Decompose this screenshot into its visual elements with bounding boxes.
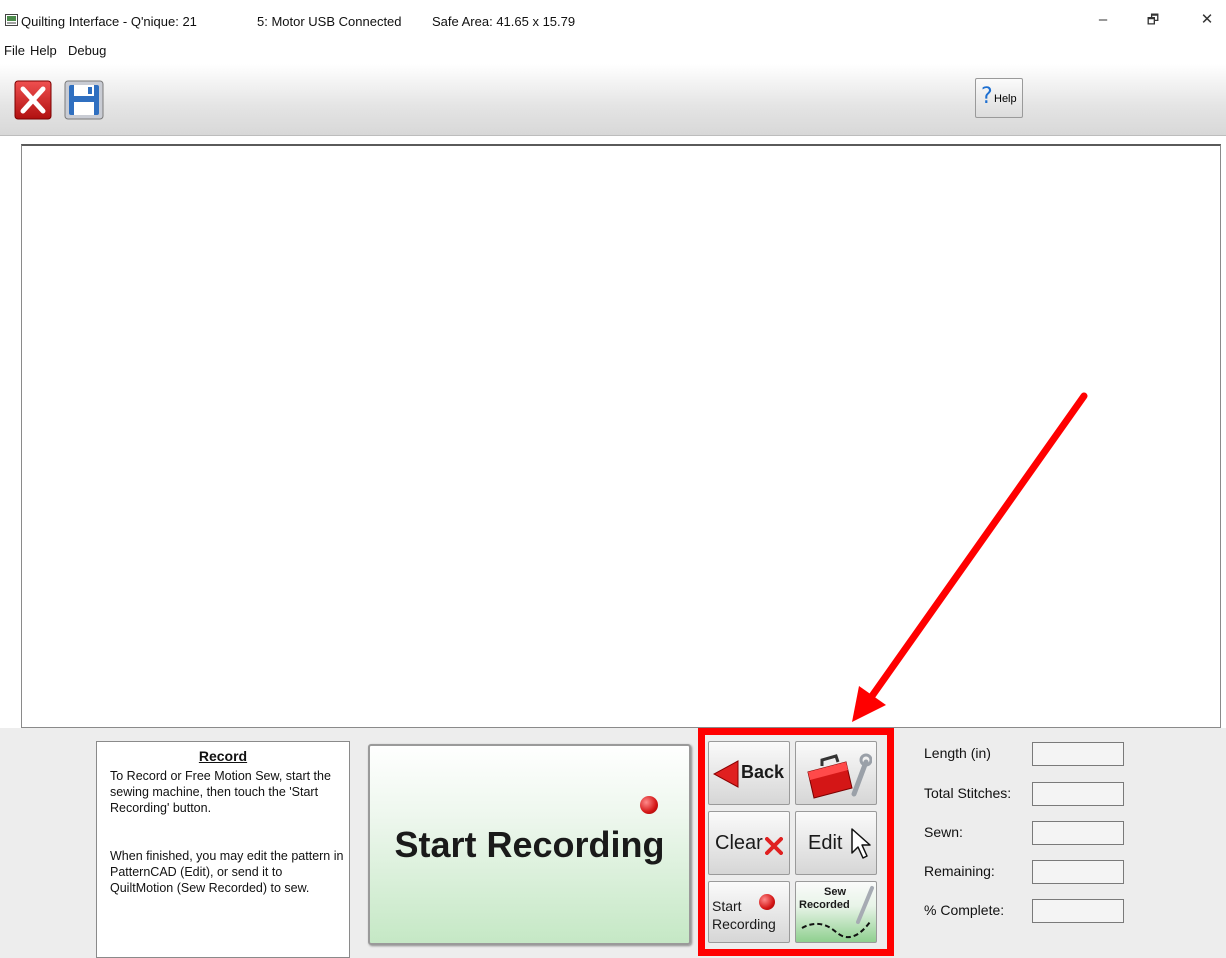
cursor-arrow-icon	[851, 828, 871, 859]
menu-help[interactable]: Help	[30, 43, 57, 58]
motor-status: 5: Motor USB Connected	[257, 14, 402, 29]
restore-button[interactable]: 🗗	[1138, 6, 1168, 34]
start-recording-line1: Start	[712, 898, 742, 914]
highlight-frame: Back Clear Edit Start Recording Sew Reco…	[698, 728, 894, 956]
length-field	[1032, 742, 1124, 766]
help-label: Help	[994, 93, 1017, 105]
pattern-canvas[interactable]	[21, 144, 1221, 728]
instructions-text-2: When finished, you may edit the pattern …	[110, 849, 344, 895]
start-recording-main-button[interactable]: Start Recording	[368, 744, 691, 945]
length-label: Length (in)	[924, 745, 991, 761]
save-floppy-icon[interactable]	[64, 80, 104, 120]
record-dot-icon	[640, 796, 658, 814]
minimize-button[interactable]: –	[1088, 6, 1118, 34]
safe-area-readout: Safe Area: 41.65 x 15.79	[432, 14, 576, 29]
clear-label: Clear	[715, 832, 763, 854]
total-stitches-field	[1032, 782, 1124, 806]
close-window-button[interactable]: ✕	[1192, 6, 1222, 34]
help-button[interactable]: ? Help	[975, 78, 1023, 118]
stitch-path-icon	[801, 886, 874, 939]
close-x-icon[interactable]	[14, 80, 52, 120]
window-title: Quilting Interface - Q'nique: 21	[21, 14, 197, 29]
sewn-field	[1032, 821, 1124, 845]
record-dot-small-icon	[759, 894, 775, 910]
start-recording-label: Start Recording	[394, 824, 665, 865]
sew-recorded-button[interactable]: Sew Recorded	[795, 881, 877, 943]
instructions-title: Record	[198, 748, 248, 764]
back-label: Back	[741, 762, 785, 782]
instructions-text-1: To Record or Free Motion Sew, start the …	[110, 769, 331, 815]
question-icon: ?	[981, 84, 993, 109]
percent-complete-label: % Complete:	[924, 902, 1005, 918]
menu-debug[interactable]: Debug	[68, 43, 106, 58]
menu-file[interactable]: File	[4, 43, 25, 58]
clear-button[interactable]: Clear	[708, 811, 790, 875]
tools-button[interactable]	[795, 741, 877, 805]
app-icon	[5, 14, 18, 26]
remaining-label: Remaining:	[924, 863, 995, 879]
bottom-panel: Record To Record or Free Motion Sew, sta…	[0, 728, 1226, 958]
menu-bar: File Help Debug	[0, 40, 1226, 64]
total-stitches-label: Total Stitches:	[924, 785, 1012, 801]
remaining-field	[1032, 860, 1124, 884]
back-button[interactable]: Back	[708, 741, 790, 805]
edit-button[interactable]: Edit	[795, 811, 877, 875]
clear-x-icon	[765, 837, 783, 855]
edit-label: Edit	[808, 832, 843, 854]
instructions-box: Record To Record or Free Motion Sew, sta…	[96, 741, 350, 958]
sewn-label: Sewn:	[924, 824, 963, 840]
title-bar: Quilting Interface - Q'nique: 21 5: Moto…	[0, 0, 1226, 40]
start-recording-button[interactable]: Start Recording	[708, 881, 790, 943]
back-arrow-icon	[713, 760, 739, 788]
start-recording-line2: Recording	[712, 916, 776, 932]
percent-complete-field	[1032, 899, 1124, 923]
toolbar: ? Help	[0, 64, 1226, 136]
toolbox-icon	[807, 753, 872, 799]
